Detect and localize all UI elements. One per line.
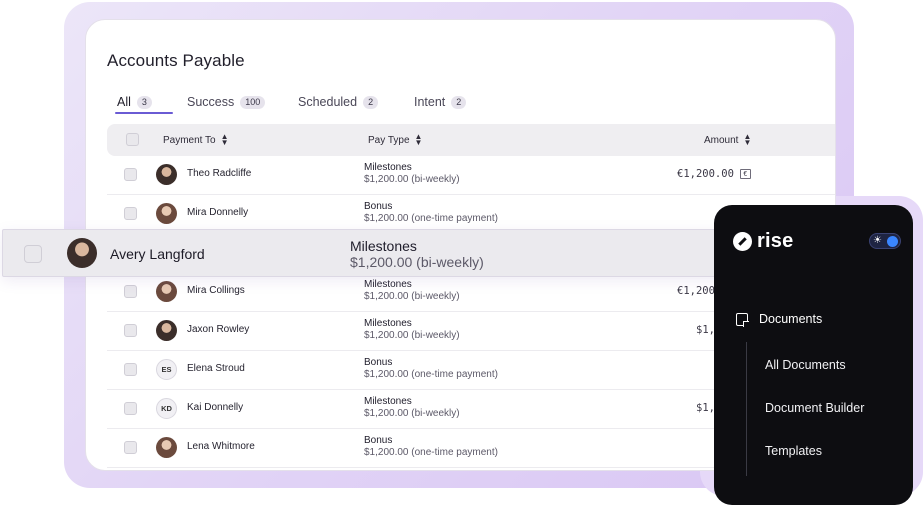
pay-type-detail: $1,200.00 (bi-weekly) [364, 174, 460, 185]
table-row[interactable]: Theo Radcliffe Milestones $1,200.00 (bi-… [107, 156, 835, 195]
highlighted-table-row[interactable]: Avery Langford Milestones $1,200.00 (bi-… [2, 229, 742, 277]
row-checkbox[interactable] [124, 402, 137, 415]
tab-label: Success [187, 95, 235, 109]
pay-type: Bonus $1,200.00 (one-time payment) [364, 201, 498, 225]
tab-scheduled[interactable]: Scheduled 2 [298, 90, 379, 114]
column-payment-to[interactable]: Payment To ▲ ▼ [163, 124, 229, 156]
column-pay-type[interactable]: Pay Type ▲ ▼ [368, 124, 422, 156]
row-checkbox[interactable] [124, 168, 137, 181]
sort-icon: ▲ ▼ [743, 132, 752, 147]
sidebar-item-templates[interactable]: Templates [765, 444, 822, 458]
row-checkbox[interactable] [124, 324, 137, 337]
avatar [67, 238, 97, 268]
column-label: Amount [704, 134, 739, 146]
tab-count: 2 [363, 95, 379, 109]
payee-name: Mira Collings [187, 285, 245, 296]
row-checkbox[interactable] [24, 245, 42, 263]
tab-label: All [117, 95, 131, 109]
pay-type-detail: $1,200.00 (one-time payment) [364, 369, 498, 380]
payee-name: Kai Donnelly [187, 402, 244, 413]
avatar: ES [156, 359, 177, 380]
sidebar-item-all-documents[interactable]: All Documents [765, 358, 846, 372]
page-title: Accounts Payable [107, 51, 245, 70]
brand-name: rise [757, 230, 794, 252]
pay-type-title: Milestones [364, 162, 412, 173]
select-all-checkbox[interactable] [126, 133, 139, 146]
tab-count: 2 [451, 95, 467, 109]
amount: €1,200.00 € [677, 168, 751, 180]
amount-value: $1, [696, 324, 715, 336]
payee-name: Avery Langford [110, 246, 205, 262]
pay-type: Milestones $1,200.00 (bi-weekly) [350, 238, 484, 270]
active-tab-indicator [115, 112, 173, 114]
pay-type-title: Milestones [364, 396, 412, 407]
row-checkbox[interactable] [124, 207, 137, 220]
pay-type: Milestones $1,200.00 (bi-weekly) [364, 279, 460, 303]
payee-name: Jaxon Rowley [187, 324, 250, 335]
payee-name: Lena Whitmore [187, 441, 255, 452]
sun-icon: ☀ [873, 235, 882, 246]
amount-value: €1,200.00 [677, 168, 734, 180]
pay-type-title: Milestones [364, 279, 412, 290]
pay-type-detail: $1,200.00 (one-time payment) [364, 213, 498, 224]
payee-name: Mira Donnelly [187, 207, 249, 218]
avatar [156, 281, 177, 302]
pay-type-detail: $1,200.00 (bi-weekly) [364, 408, 460, 419]
pay-type: Milestones $1,200.00 (bi-weekly) [364, 162, 460, 186]
tab-all[interactable]: All 3 [115, 90, 173, 114]
row-checkbox[interactable] [124, 441, 137, 454]
amount-value: €1,200 [677, 285, 715, 297]
pay-type-detail: $1,200.00 (one-time payment) [364, 447, 498, 458]
brand-logo: rise [733, 230, 793, 253]
pay-type-title: Milestones [364, 318, 412, 329]
tab-intent[interactable]: Intent 2 [414, 90, 467, 114]
pay-type-detail: $1,200.00 (bi-weekly) [364, 330, 460, 341]
row-checkbox[interactable] [124, 363, 137, 376]
column-label: Pay Type [368, 134, 410, 146]
sort-icon: ▲ ▼ [414, 132, 423, 147]
pay-type-title: Milestones [350, 238, 417, 254]
amount-value: $1, [696, 402, 715, 414]
nav-tree-line [746, 342, 747, 476]
table-header: Payment To ▲ ▼ Pay Type ▲ ▼ Amount ▲ ▼ [107, 124, 835, 156]
tab-count: 100 [240, 95, 266, 109]
sidebar-item-document-builder[interactable]: Document Builder [765, 401, 864, 415]
column-amount[interactable]: Amount ▲ ▼ [704, 124, 751, 156]
pay-type-detail: $1,200.00 (bi-weekly) [364, 291, 460, 302]
payee-name: Theo Radcliffe [187, 168, 252, 179]
tab-count: 3 [136, 95, 152, 109]
pay-type: Milestones $1,200.00 (bi-weekly) [364, 396, 460, 420]
pay-type-detail: $1,200.00 (bi-weekly) [350, 254, 484, 270]
row-checkbox[interactable] [124, 285, 137, 298]
sort-icon: ▲ ▼ [220, 132, 229, 147]
payee-name: Elena Stroud [187, 363, 245, 374]
pay-type-title: Bonus [364, 201, 393, 212]
tab-label: Scheduled [298, 95, 358, 109]
sidebar-item-documents[interactable]: Documents [736, 312, 823, 327]
document-icon [736, 312, 749, 327]
pay-type-title: Bonus [364, 435, 393, 446]
pay-type: Bonus $1,200.00 (one-time payment) [364, 435, 498, 459]
avatar [156, 320, 177, 341]
tab-label: Intent [414, 95, 446, 109]
theme-toggle[interactable]: ☀ [869, 233, 901, 249]
pay-type: Bonus $1,200.00 (one-time payment) [364, 357, 498, 381]
avatar [156, 164, 177, 185]
currency-icon: € [739, 169, 751, 179]
sidebar: rise ☀ Documents All Documents Document … [714, 205, 913, 505]
rise-logo-icon [733, 232, 752, 251]
avatar [156, 437, 177, 458]
avatar: KD [156, 398, 177, 419]
tab-success[interactable]: Success 100 [187, 90, 266, 114]
pay-type: Milestones $1,200.00 (bi-weekly) [364, 318, 460, 342]
avatar [156, 203, 177, 224]
column-label: Payment To [163, 134, 216, 146]
sidebar-item-label: Documents [759, 312, 823, 326]
pay-type-title: Bonus [364, 357, 393, 368]
toggle-knob [887, 236, 898, 247]
